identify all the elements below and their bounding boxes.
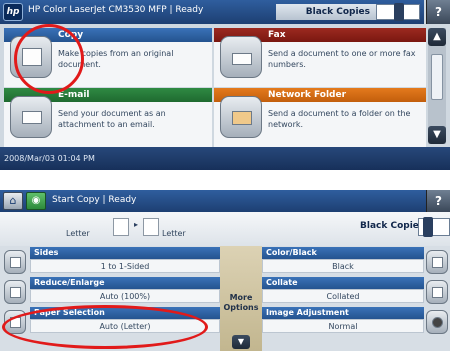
network-folder-tile[interactable]: Network Folder Send a document to a fold…	[214, 88, 426, 147]
hp-logo: hp	[3, 3, 23, 21]
option-title: Color/Black	[262, 247, 424, 259]
copy-screen-panel: ⌂ ◉ Start Copy | Ready ? Letter ▸ Letter…	[0, 190, 450, 351]
copy-status-title: Start Copy | Ready	[52, 195, 137, 205]
option-title: Image Adjustment	[262, 307, 424, 319]
original-size-label: Letter	[66, 229, 90, 238]
option-title: Collate	[262, 277, 424, 289]
option-value: 1 to 1-Sided	[30, 259, 220, 273]
option-value: Normal	[262, 319, 424, 333]
email-tile[interactable]: E-mail Send your document as an attachme…	[4, 88, 212, 147]
copy-header-bar: ⌂ ◉ Start Copy | Ready	[0, 190, 426, 212]
collate-icon[interactable]	[426, 280, 448, 304]
sides-icon[interactable]	[4, 250, 26, 274]
option-sides[interactable]: Sides 1 to 1-Sided	[30, 247, 220, 279]
output-size-label: Letter	[162, 229, 186, 238]
fax-icon	[220, 36, 262, 78]
option-image-adjustment[interactable]: Image Adjustment Normal	[262, 307, 424, 339]
resize-icon[interactable]	[4, 280, 26, 304]
toggle-knob	[423, 217, 433, 237]
black-copies-toggle[interactable]	[418, 217, 450, 237]
home-button[interactable]: ⌂	[3, 192, 23, 210]
output-page-icon	[143, 218, 159, 236]
black-copies-toggle[interactable]	[376, 3, 420, 21]
image-adjust-icon[interactable]	[426, 310, 448, 334]
option-color-black[interactable]: Color/Black Black	[262, 247, 424, 279]
black-copies-label: Black Copies	[360, 221, 425, 231]
option-value: Black	[262, 259, 424, 273]
more-options-line2: Options	[223, 303, 259, 312]
status-datetime: 2008/Mar/03 01:04 PM	[0, 147, 450, 170]
arrow-right-icon: ▸	[134, 220, 139, 229]
help-button[interactable]: ?	[426, 0, 450, 24]
help-button[interactable]: ?	[426, 190, 450, 212]
folder-icon	[220, 96, 262, 138]
option-collate[interactable]: Collate Collated	[262, 277, 424, 309]
more-options-button[interactable]: More Options ▼	[220, 246, 262, 351]
scroll-down-button[interactable]: ▼	[428, 126, 446, 144]
paper-size-row: Letter ▸ Letter Black Copies	[0, 212, 450, 246]
option-reduce-enlarge[interactable]: Reduce/Enlarge Auto (100%)	[30, 277, 220, 309]
scrollbar[interactable]: ▲ ▼	[428, 28, 446, 144]
fax-tile[interactable]: Fax Send a document to one or more fax n…	[214, 28, 426, 87]
option-title: Sides	[30, 247, 220, 259]
start-copy-button[interactable]: ◉	[26, 192, 46, 210]
scroll-up-button[interactable]: ▲	[428, 28, 446, 46]
color-icon[interactable]	[426, 250, 448, 274]
chevron-down-icon: ▼	[232, 335, 250, 349]
original-page-icon	[113, 218, 129, 236]
scroll-thumb[interactable]	[431, 54, 443, 100]
highlight-circle-copy	[14, 24, 84, 94]
more-options-line1: More	[229, 293, 253, 302]
toggle-knob	[394, 3, 404, 21]
option-value: Collated	[262, 289, 424, 303]
envelope-icon	[10, 96, 52, 138]
black-copies-label: Black Copies	[276, 4, 376, 20]
option-value: Auto (100%)	[30, 289, 220, 303]
top-header-bar: hp HP Color LaserJet CM3530 MFP | Ready …	[0, 0, 424, 24]
device-status-title: HP Color LaserJet CM3530 MFP | Ready	[28, 5, 204, 15]
option-title: Reduce/Enlarge	[30, 277, 220, 289]
highlight-circle-paper-selection	[2, 305, 208, 349]
home-screen-panel: hp HP Color LaserJet CM3530 MFP | Ready …	[0, 0, 450, 170]
